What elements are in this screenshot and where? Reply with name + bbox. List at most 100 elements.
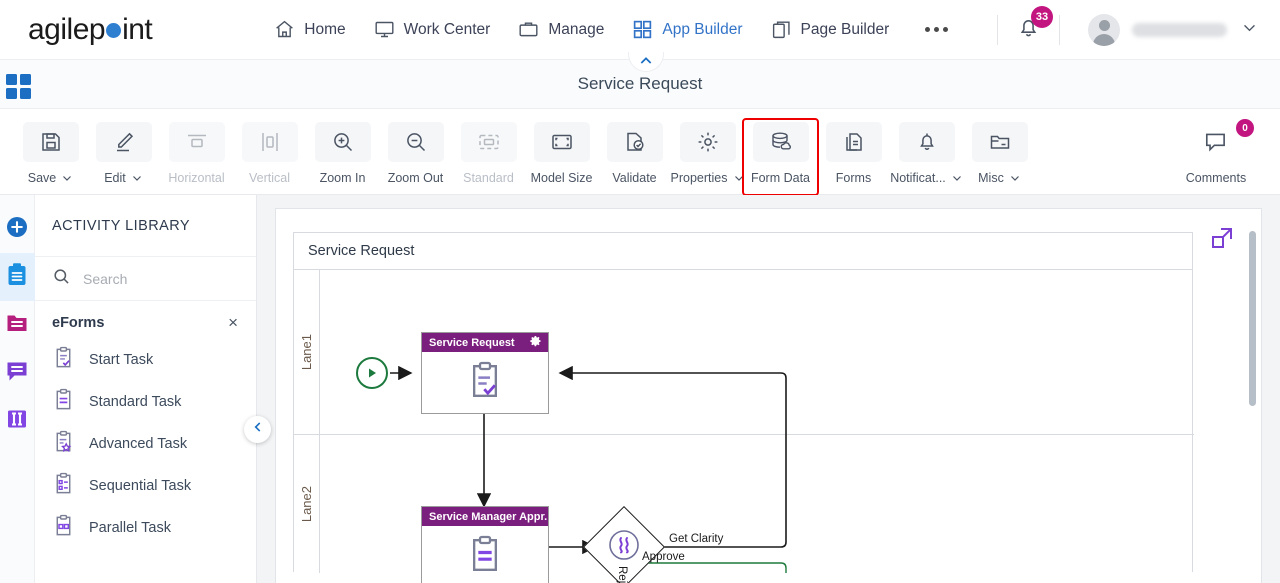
nav-item-manage[interactable]: Manage <box>506 13 616 46</box>
library-item-standard-task[interactable]: Standard Task <box>35 381 256 423</box>
notifications-toolbar-button[interactable]: Notificat... <box>890 120 963 185</box>
avatar-head <box>1098 19 1110 31</box>
rail-item-swimlanes[interactable] <box>0 397 35 445</box>
start-event[interactable] <box>356 357 388 389</box>
search-input[interactable] <box>83 270 233 287</box>
forms-button[interactable]: Forms <box>817 120 890 185</box>
misc-button[interactable]: Misc <box>963 120 1036 185</box>
canvas-scrollbar-thumb[interactable] <box>1249 231 1256 406</box>
lane-2-label: Lane2 <box>299 485 314 523</box>
collapse-sidebar-handle[interactable] <box>244 416 271 443</box>
library-item-label: Parallel Task <box>89 520 171 536</box>
more-nav-button[interactable] <box>911 17 962 42</box>
agilepoint-logo[interactable]: agilep int <box>28 12 153 47</box>
model-size-button[interactable]: Model Size <box>525 120 598 185</box>
chevron-down-icon <box>1010 176 1019 181</box>
monitor-icon <box>374 19 395 40</box>
task-service-manager-approval[interactable]: Service Manager Appr... <box>421 506 549 583</box>
rail-item-add[interactable] <box>0 205 35 253</box>
document-icon <box>825 122 882 162</box>
close-icon[interactable]: × <box>228 314 238 331</box>
logo-text-part2: int <box>122 12 153 46</box>
home-icon <box>274 19 295 40</box>
task-service-request-title: Service Request <box>429 336 515 349</box>
comments-button[interactable]: 0 Comments <box>1168 119 1264 185</box>
rail-item-activity-library[interactable] <box>0 253 35 301</box>
user-menu-chevron-down-icon[interactable] <box>1241 19 1258 41</box>
vertical-align-button[interactable]: Vertical <box>233 120 306 185</box>
database-cloud-icon <box>752 122 809 162</box>
vertical-align-icon <box>241 122 298 162</box>
clipboard-lines-icon <box>465 534 505 581</box>
rail-item-comments[interactable] <box>0 349 35 397</box>
notifications-button[interactable]: 33 <box>1012 5 1053 49</box>
horizontal-align-button[interactable]: Horizontal <box>160 120 233 185</box>
chevron-down-icon <box>63 176 72 181</box>
canvas-vertical-scrollbar[interactable] <box>1249 231 1256 571</box>
clipboard-lines-icon <box>52 388 75 416</box>
properties-label: Properties <box>671 171 745 185</box>
task-service-request-body <box>422 352 548 414</box>
library-item-label: Sequential Task <box>89 478 192 494</box>
library-item-label: Standard Task <box>89 394 182 410</box>
zoom-in-button[interactable]: Zoom In <box>306 120 379 185</box>
vertical-align-label: Vertical <box>249 171 290 185</box>
clipboard-check-icon <box>52 346 75 374</box>
nav-item-work-center[interactable]: Work Center <box>362 13 503 46</box>
nav-divider-1 <box>997 14 998 45</box>
rail-item-data-folder[interactable] <box>0 301 35 349</box>
library-item-parallel-task[interactable]: Parallel Task <box>35 507 256 549</box>
flow-label-get-clarity: Get Clarity <box>669 533 724 545</box>
chevron-down-icon <box>734 176 743 181</box>
library-item-sequential-task[interactable]: Sequential Task <box>35 465 256 507</box>
library-item-advanced-task[interactable]: Advanced Task <box>35 423 256 465</box>
process-canvas-area: Service Request Lane1 Lane2 Service Requ… <box>257 195 1280 583</box>
complex-gateway-icon <box>607 528 641 567</box>
nav-item-app-builder[interactable]: App Builder <box>620 13 754 46</box>
validate-button[interactable]: Validate <box>598 120 671 185</box>
task-service-manager-approval-header: Service Manager Appr... <box>422 507 548 526</box>
standard-size-label: Standard <box>463 171 514 185</box>
lane-1-label-container: Lane1 <box>294 270 320 434</box>
process-canvas[interactable]: Service Request Lane1 Lane2 Service Requ… <box>275 208 1262 583</box>
library-item-label: Start Task <box>89 352 154 368</box>
model-size-label: Model Size <box>530 171 593 185</box>
plus-circle-icon <box>5 215 29 244</box>
save-button[interactable]: Save <box>14 120 87 185</box>
launcher-square-1 <box>6 74 17 85</box>
nav-item-page-builder[interactable]: Page Builder <box>759 13 902 46</box>
bell-icon <box>898 122 955 162</box>
clipboard-parallel-icon <box>52 514 75 542</box>
library-group-eforms: eForms × <box>35 301 256 339</box>
bell-icon <box>1016 19 1041 44</box>
play-icon <box>369 368 376 378</box>
zoom-in-label: Zoom In <box>319 171 366 185</box>
zoom-out-button[interactable]: Zoom Out <box>379 120 452 185</box>
standard-size-icon <box>460 122 517 162</box>
nav-item-home-label: Home <box>304 20 346 38</box>
form-data-label: Form Data <box>750 171 811 185</box>
launcher-square-3 <box>6 88 17 99</box>
chevron-down-icon <box>952 176 961 181</box>
standard-size-button[interactable]: Standard <box>452 120 525 185</box>
flow-label-reject: Reject <box>616 566 628 583</box>
expand-icon[interactable] <box>1210 226 1234 255</box>
avatar[interactable] <box>1088 13 1120 46</box>
logo-dot <box>106 22 122 38</box>
library-item-start-task[interactable]: Start Task <box>35 339 256 381</box>
edit-button[interactable]: Edit <box>87 120 160 185</box>
chevron-up-icon <box>638 53 654 74</box>
zoom-out-icon <box>387 122 444 162</box>
form-data-button[interactable]: Form Data <box>742 118 819 196</box>
validate-label: Validate <box>612 171 657 185</box>
save-icon <box>22 122 79 162</box>
validate-icon <box>606 122 663 162</box>
app-launcher-button[interactable] <box>6 74 32 100</box>
gear-icon[interactable] <box>530 335 542 350</box>
properties-button[interactable]: Properties <box>671 120 744 185</box>
clipboard-icon <box>5 262 29 293</box>
speech-bubble-icon <box>5 359 29 388</box>
task-service-request[interactable]: Service Request <box>421 332 549 414</box>
launcher-square-4 <box>20 88 31 99</box>
nav-item-home[interactable]: Home <box>262 13 357 46</box>
